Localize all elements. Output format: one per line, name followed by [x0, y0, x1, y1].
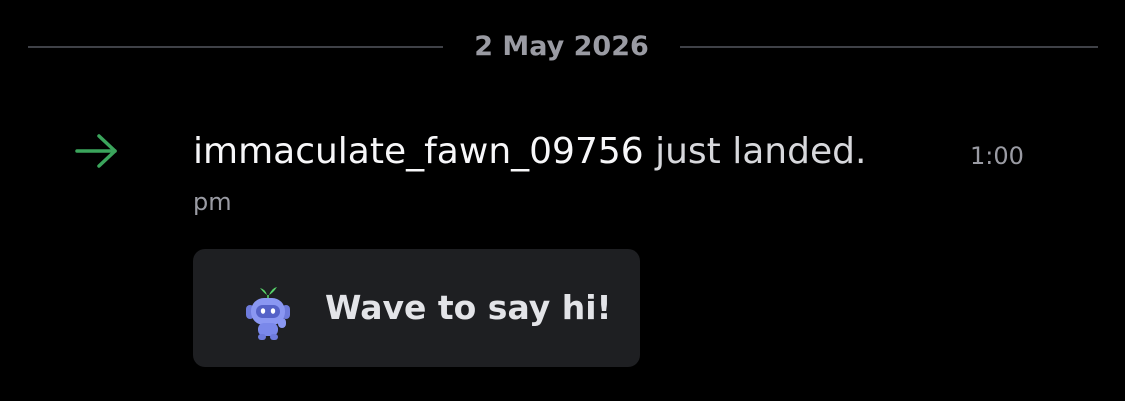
divider-line-left — [28, 46, 443, 48]
message-body: just landed. — [655, 131, 867, 172]
timestamp-suffix[interactable]: pm — [193, 188, 232, 216]
username[interactable]: immaculate_fawn_09756 — [193, 131, 644, 172]
wumpus-icon — [246, 287, 290, 340]
join-arrow-icon — [75, 134, 117, 168]
system-message: immaculate_fawn_09756 just landed. 1:00 … — [193, 128, 1053, 216]
wave-button-label: Wave to say hi! — [325, 288, 612, 327]
divider-line-right — [680, 46, 1098, 48]
timestamp[interactable]: 1:00 — [970, 142, 1024, 170]
wave-button[interactable]: Wave to say hi! — [193, 249, 640, 367]
divider-date: 2 May 2026 — [474, 31, 649, 62]
system-message-text: immaculate_fawn_09756 just landed. — [193, 128, 1073, 176]
date-divider: 2 May 2026 — [28, 28, 1098, 66]
